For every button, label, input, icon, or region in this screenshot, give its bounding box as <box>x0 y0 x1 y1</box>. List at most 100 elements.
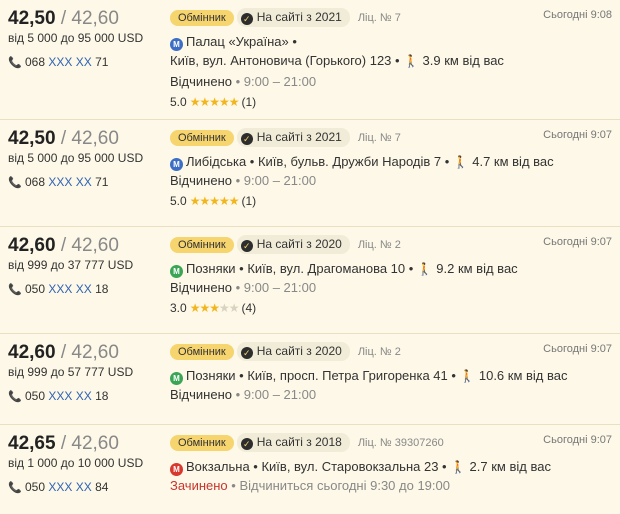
status-label: Відчинено <box>170 74 232 89</box>
metro-icon: M <box>170 372 183 385</box>
on-site-badge: ✓ На сайті з 2020 <box>236 235 350 254</box>
license-number: Ліц. № 7 <box>357 11 401 24</box>
updated-time: Сьогодні 9:08 <box>543 9 612 21</box>
type-badge: Обмінник <box>170 343 234 360</box>
address-line[interactable]: M Палац «Україна» • <box>170 34 297 51</box>
verified-check-icon: ✓ <box>240 133 253 145</box>
address-text: Вокзальна • Київ, вул. Старовокзальна 23… <box>186 459 447 474</box>
on-site-badge: ✓ На сайті з 2020 <box>236 342 350 361</box>
address-line[interactable]: M Вокзальна • Київ, вул. Старовокзальна 2… <box>170 459 551 476</box>
metro-icon: M <box>170 463 183 476</box>
opening-status: Відчинено • 9:00 – 21:00 <box>170 280 316 295</box>
phone-suffix: 84 <box>95 480 109 494</box>
rating: 5.0 ★★★★★ (1) <box>170 194 256 208</box>
distance: 10.6 км від вас <box>478 368 568 383</box>
reviews-count[interactable]: (1) <box>241 95 256 109</box>
on-site-label: На сайті з 2020 <box>256 344 342 358</box>
phone-prefix: 068 <box>25 175 46 189</box>
opening-hours: • Відчиниться сьогодні 9:30 до 19:00 <box>231 478 450 493</box>
type-badge: Обмінник <box>170 434 234 451</box>
on-site-label: На сайті з 2020 <box>256 237 342 251</box>
address-text: Палац «Україна» • <box>186 34 297 49</box>
buy-rate: 42,65 <box>8 433 56 454</box>
phone-icon: 📞 <box>8 391 22 403</box>
offer-card[interactable]: 42,60 / 42,60 від 999 до 57 777 USD 📞 050… <box>0 334 620 425</box>
rating-value: 5.0 <box>170 194 187 208</box>
address-text: Либідська • Київ, бульв. Дружби Народів … <box>186 154 450 169</box>
amount-range: від 5 000 до 95 000 USD <box>8 151 144 165</box>
exchange-rate: 42,60 / 42,60 <box>8 342 119 363</box>
verified-check-icon: ✓ <box>240 438 253 450</box>
distance: 3.9 км від вас <box>422 53 504 68</box>
opening-status: Зачинено • Відчиниться сьогодні 9:30 до … <box>170 478 450 493</box>
phone-suffix: 18 <box>95 282 109 296</box>
phone-hidden-digits[interactable]: XXX XX <box>48 55 91 69</box>
amount-range: від 999 до 37 777 USD <box>8 258 134 272</box>
sell-rate: 42,60 <box>71 128 119 149</box>
metro-icon: M <box>170 158 183 171</box>
sell-rate: 42,60 <box>71 8 119 29</box>
badges-row: Обмінник ✓ На сайті з 2021 Ліц. № 7 <box>170 8 401 27</box>
badges-row: Обмінник ✓ На сайті з 2020 Ліц. № 2 <box>170 235 401 254</box>
updated-time: Сьогодні 9:07 <box>543 343 612 355</box>
phone-suffix: 71 <box>95 55 109 69</box>
rating: 3.0 ★★★★★ (4) <box>170 301 256 315</box>
phone-number[interactable]: 📞 050 XXX XX 18 <box>8 389 108 403</box>
address-line[interactable]: M Либідська • Київ, бульв. Дружби Народів… <box>170 154 554 171</box>
license-number: Ліц. № 39307260 <box>357 436 444 449</box>
phone-prefix: 050 <box>25 389 46 403</box>
phone-suffix: 18 <box>95 389 109 403</box>
metro-icon: M <box>170 265 183 278</box>
walking-person-icon: 🚶 <box>417 262 433 276</box>
walking-person-icon: 🚶 <box>459 369 475 383</box>
offer-card[interactable]: 42,50 / 42,60 від 5 000 до 95 000 USD 📞 0… <box>0 0 620 120</box>
address-text: Позняки • Київ, вул. Драгоманова 10 • <box>186 261 414 276</box>
offer-card[interactable]: 42,65 / 42,60 від 1 000 до 10 000 USD 📞 0… <box>0 425 620 514</box>
phone-icon: 📞 <box>8 177 22 189</box>
badges-row: Обмінник ✓ На сайті з 2020 Ліц. № 2 <box>170 342 401 361</box>
reviews-count[interactable]: (4) <box>242 301 257 315</box>
opening-hours: • 9:00 – 21:00 <box>235 173 317 188</box>
phone-hidden-digits[interactable]: XXX XX <box>48 282 91 296</box>
rating-value: 5.0 <box>170 95 187 109</box>
offer-card[interactable]: 42,50 / 42,60 від 5 000 до 95 000 USD 📞 0… <box>0 120 620 227</box>
walking-person-icon: 🚶 <box>403 54 419 68</box>
amount-range: від 5 000 до 95 000 USD <box>8 31 144 45</box>
phone-hidden-digits[interactable]: XXX XX <box>48 175 91 189</box>
opening-status: Відчинено • 9:00 – 21:00 <box>170 74 316 89</box>
badges-row: Обмінник ✓ На сайті з 2018 Ліц. № 39307260 <box>170 433 444 452</box>
phone-number[interactable]: 📞 050 XXX XX 18 <box>8 282 108 296</box>
on-site-label: На сайті з 2018 <box>256 435 342 449</box>
on-site-label: На сайті з 2021 <box>256 130 342 144</box>
phone-number[interactable]: 📞 068 XXX XX 71 <box>8 175 108 189</box>
walking-person-icon: 🚶 <box>450 460 466 474</box>
distance: 4.7 км від вас <box>472 154 554 169</box>
status-label: Відчинено <box>170 173 232 188</box>
phone-hidden-digits[interactable]: XXX XX <box>48 480 91 494</box>
on-site-badge: ✓ На сайті з 2021 <box>236 8 350 27</box>
address-line[interactable]: M Позняки • Київ, просп. Петра Григоренка… <box>170 368 568 385</box>
rating-stars-icon: ★★★★★ <box>189 95 240 109</box>
address-line[interactable]: M Позняки • Київ, вул. Драгоманова 10 • 🚶 9… <box>170 261 518 278</box>
phone-number[interactable]: 📞 050 XXX XX 84 <box>8 480 108 494</box>
address-line-2[interactable]: Київ, вул. Антоновича (Горького) 123 • 🚶 3… <box>170 53 504 68</box>
opening-status: Відчинено • 9:00 – 21:00 <box>170 387 316 402</box>
on-site-label: На сайті з 2021 <box>256 10 342 24</box>
phone-number[interactable]: 📞 068 XXX XX 71 <box>8 55 108 69</box>
exchange-rate: 42,50 / 42,60 <box>8 8 119 29</box>
phone-prefix: 050 <box>25 282 46 296</box>
metro-icon: M <box>170 38 183 51</box>
rating: 5.0 ★★★★★ (1) <box>170 95 256 109</box>
license-number: Ліц. № 7 <box>357 131 401 144</box>
address-text: Позняки • Київ, просп. Петра Григоренка … <box>186 368 456 383</box>
badges-row: Обмінник ✓ На сайті з 2021 Ліц. № 7 <box>170 128 401 147</box>
walking-person-icon: 🚶 <box>453 155 469 169</box>
on-site-badge: ✓ На сайті з 2018 <box>236 433 350 452</box>
offer-card[interactable]: 42,60 / 42,60 від 999 до 37 777 USD 📞 050… <box>0 227 620 334</box>
verified-check-icon: ✓ <box>240 240 253 252</box>
phone-hidden-digits[interactable]: XXX XX <box>48 389 91 403</box>
opening-status: Відчинено • 9:00 – 21:00 <box>170 173 316 188</box>
verified-check-icon: ✓ <box>240 347 253 359</box>
reviews-count[interactable]: (1) <box>241 194 256 208</box>
phone-suffix: 71 <box>95 175 109 189</box>
